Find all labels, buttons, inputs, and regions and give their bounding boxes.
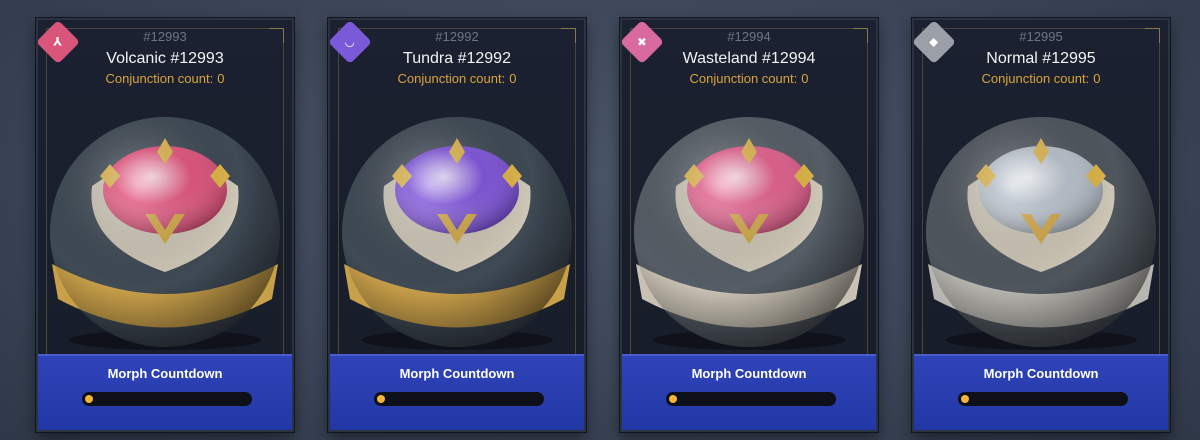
conjunction-label: Conjunction count: [105,71,214,86]
nft-card[interactable]: ✖ #12994 Wasteland #12994 Conjunction co… [620,18,878,432]
morph-countdown-label: Morph Countdown [691,366,807,381]
morph-countdown-panel: Morph Countdown [622,354,876,430]
card-title[interactable]: Tundra #12992 [330,50,584,68]
card-row: ⅄ #12993 Volcanic #12993 Conjunction cou… [0,0,1200,440]
conjunction-value: 0 [217,71,225,86]
countdown-progress-bar [374,392,544,406]
serial-number: #12995 [1019,29,1063,44]
conjunction-value: 0 [1093,71,1101,86]
serial-number: #12994 [727,29,771,44]
morph-countdown-label: Morph Countdown [107,366,223,381]
conjunction-label: Conjunction count: [689,71,798,86]
orb-image [342,117,572,350]
card-title[interactable]: Normal #12995 [914,50,1168,68]
conjunction-label: Conjunction count: [981,71,1090,86]
conjunction-count: Conjunction count: 0 [622,71,876,86]
serial-number: #12993 [143,29,187,44]
nft-card[interactable]: ⅄ #12993 Volcanic #12993 Conjunction cou… [36,18,294,432]
card-title[interactable]: Wasteland #12994 [622,50,876,68]
countdown-progress-bar [958,392,1128,406]
conjunction-label: Conjunction count: [397,71,506,86]
morph-countdown-panel: Morph Countdown [914,354,1168,430]
orb-image [50,117,280,350]
conjunction-value: 0 [801,71,809,86]
countdown-progress-fill [669,395,677,403]
conjunction-count: Conjunction count: 0 [914,71,1168,86]
orb-image [926,117,1156,350]
card-title[interactable]: Volcanic #12993 [38,50,292,68]
morph-countdown-panel: Morph Countdown [38,354,292,430]
conjunction-count: Conjunction count: 0 [330,71,584,86]
serial-number: #12992 [435,29,479,44]
morph-countdown-label: Morph Countdown [983,366,1099,381]
morph-countdown-panel: Morph Countdown [330,354,584,430]
countdown-progress-bar [82,392,252,406]
conjunction-value: 0 [509,71,517,86]
nft-card[interactable]: ◆ #12995 Normal #12995 Conjunction count… [912,18,1170,432]
orb-image [634,117,864,350]
nft-card[interactable]: ◡ #12992 Tundra #12992 Conjunction count… [328,18,586,432]
countdown-progress-fill [85,395,93,403]
conjunction-count: Conjunction count: 0 [38,71,292,86]
countdown-progress-fill [377,395,385,403]
morph-countdown-label: Morph Countdown [399,366,515,381]
countdown-progress-fill [961,395,969,403]
countdown-progress-bar [666,392,836,406]
